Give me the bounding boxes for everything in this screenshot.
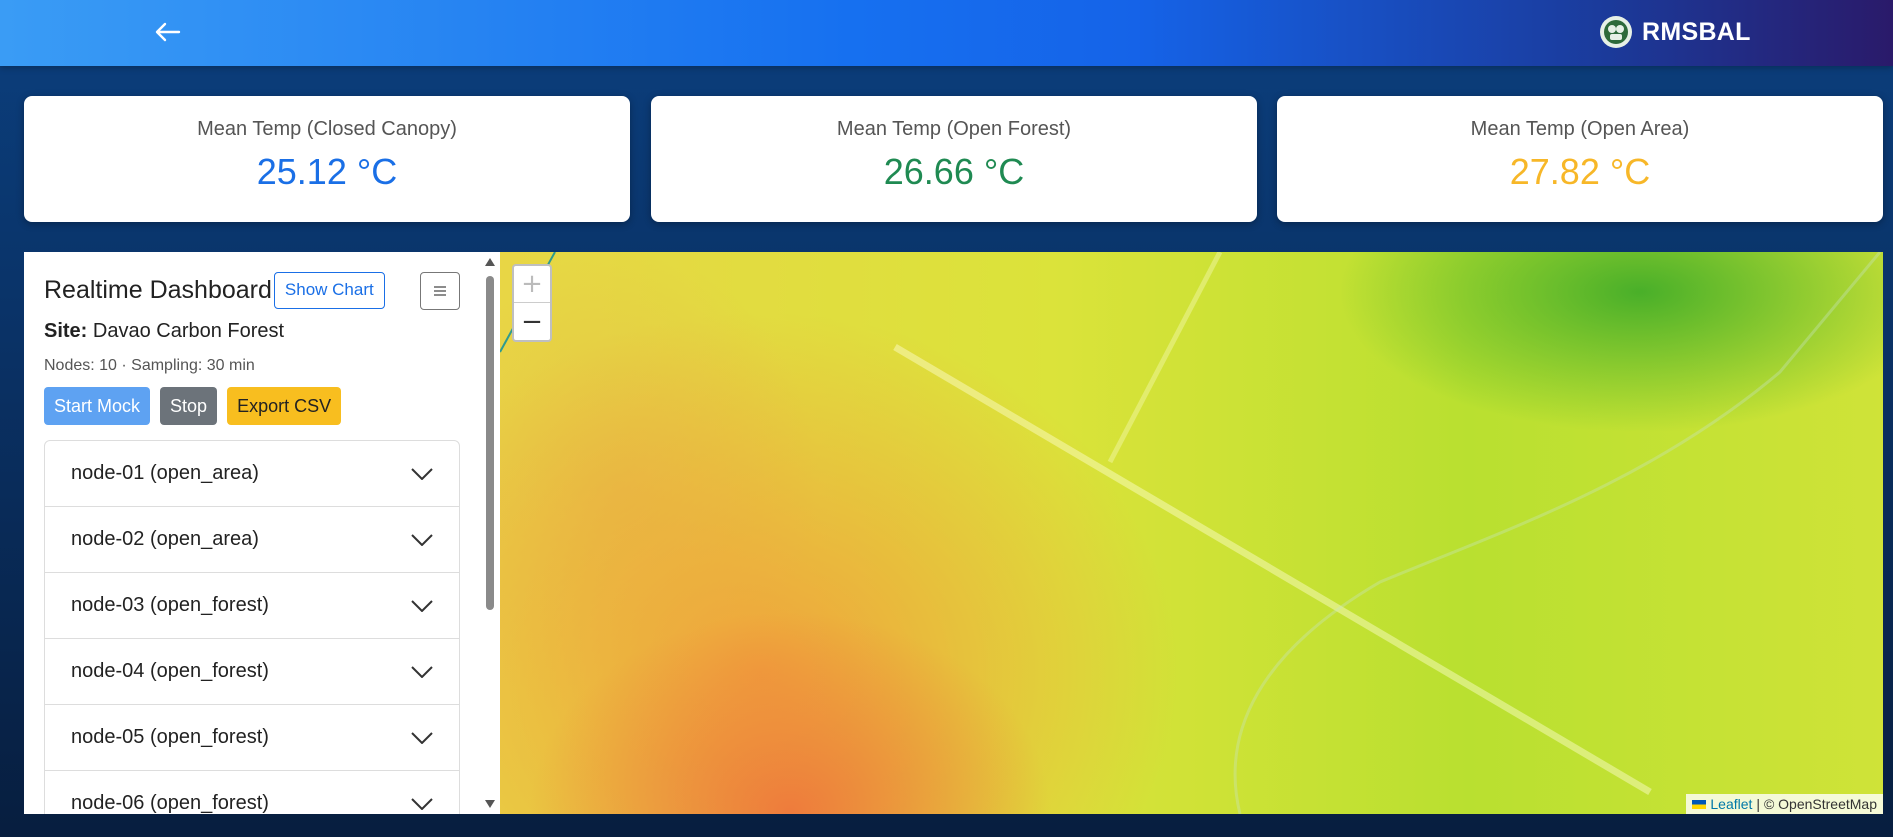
export-csv-button[interactable]: Export CSV bbox=[227, 387, 342, 425]
panel-title: Realtime Dashboard bbox=[44, 275, 272, 304]
list-item[interactable]: node-06 (open_forest) bbox=[45, 771, 459, 814]
stat-value: 25.12 °C bbox=[256, 151, 398, 192]
chevron-down-icon bbox=[411, 467, 433, 480]
back-button[interactable] bbox=[150, 14, 186, 50]
chevron-down-icon bbox=[411, 797, 433, 810]
site-line: Site: Davao Carbon Forest bbox=[44, 320, 464, 343]
map-attribution: Leaflet | © OpenStreetMap bbox=[1686, 794, 1883, 814]
node-label: node-01 (open_area) bbox=[71, 462, 259, 484]
dashboard-panel: Realtime Dashboard Show Chart Site: Dava… bbox=[24, 252, 500, 814]
brand-name: RMSBAL bbox=[1642, 17, 1751, 46]
zoom-out-button[interactable]: − bbox=[514, 303, 550, 340]
list-item[interactable]: node-01 (open_area) bbox=[45, 441, 459, 507]
scroll-thumb[interactable] bbox=[486, 276, 494, 610]
node-label: node-03 (open_forest) bbox=[71, 594, 269, 616]
list-item[interactable]: node-04 (open_forest) bbox=[45, 639, 459, 705]
site-label: Site: bbox=[44, 320, 88, 342]
rmsbal-logo-icon bbox=[1600, 16, 1632, 48]
osm-attribution: | © OpenStreetMap bbox=[1756, 796, 1877, 812]
scroll-down-arrow-icon[interactable] bbox=[485, 800, 495, 808]
chevron-down-icon bbox=[411, 731, 433, 744]
node-label: node-04 (open_forest) bbox=[71, 660, 269, 682]
stop-button[interactable]: Stop bbox=[160, 387, 218, 425]
chevron-down-icon bbox=[411, 599, 433, 612]
arrow-left-icon bbox=[155, 22, 181, 42]
top-bar: RMSBAL bbox=[0, 0, 1893, 66]
site-name: Davao Carbon Forest bbox=[92, 320, 285, 342]
list-item[interactable]: node-03 (open_forest) bbox=[45, 573, 459, 639]
zoom-control: + − bbox=[512, 264, 552, 342]
node-label: node-05 (open_forest) bbox=[71, 726, 269, 748]
leaflet-link[interactable]: Leaflet bbox=[1710, 796, 1752, 812]
node-label: node-06 (open_forest) bbox=[71, 792, 269, 814]
chevron-down-icon bbox=[411, 665, 433, 678]
stat-card-closed-canopy: Mean Temp (Closed Canopy) 25.12 °C bbox=[24, 96, 630, 222]
hamburger-icon bbox=[434, 286, 446, 296]
stat-value: 27.82 °C bbox=[1509, 151, 1651, 192]
stat-card-open-area: Mean Temp (Open Area) 27.82 °C bbox=[1277, 96, 1883, 222]
brand[interactable]: RMSBAL bbox=[1600, 14, 1751, 50]
stat-value: 26.66 °C bbox=[883, 151, 1025, 192]
show-chart-button[interactable]: Show Chart bbox=[273, 271, 385, 309]
chevron-down-icon bbox=[411, 533, 433, 546]
stat-label: Mean Temp (Open Area) bbox=[1470, 118, 1690, 140]
menu-button[interactable] bbox=[420, 272, 460, 310]
node-label: node-02 (open_area) bbox=[71, 528, 259, 550]
start-mock-button[interactable]: Start Mock bbox=[44, 387, 151, 425]
list-item[interactable]: node-05 (open_forest) bbox=[45, 705, 459, 771]
list-item[interactable]: node-02 (open_area) bbox=[45, 507, 459, 573]
scroll-up-arrow-icon[interactable] bbox=[485, 258, 495, 266]
zoom-in-button[interactable]: + bbox=[514, 266, 550, 303]
stat-label: Mean Temp (Open Forest) bbox=[836, 118, 1072, 140]
heatmap-map[interactable]: + − Leaflet | © OpenStreetMap bbox=[500, 252, 1883, 814]
panel-scrollbar[interactable] bbox=[482, 252, 498, 814]
nodes-meta: Nodes: 10 · Sampling: 30 min bbox=[44, 357, 255, 374]
map-roads bbox=[500, 252, 1882, 814]
ukraine-flag-icon bbox=[1692, 799, 1707, 809]
node-accordion: node-01 (open_area) node-02 (open_area) … bbox=[44, 440, 460, 814]
stat-card-open-forest: Mean Temp (Open Forest) 26.66 °C bbox=[651, 96, 1257, 222]
stat-label: Mean Temp (Closed Canopy) bbox=[197, 118, 457, 140]
